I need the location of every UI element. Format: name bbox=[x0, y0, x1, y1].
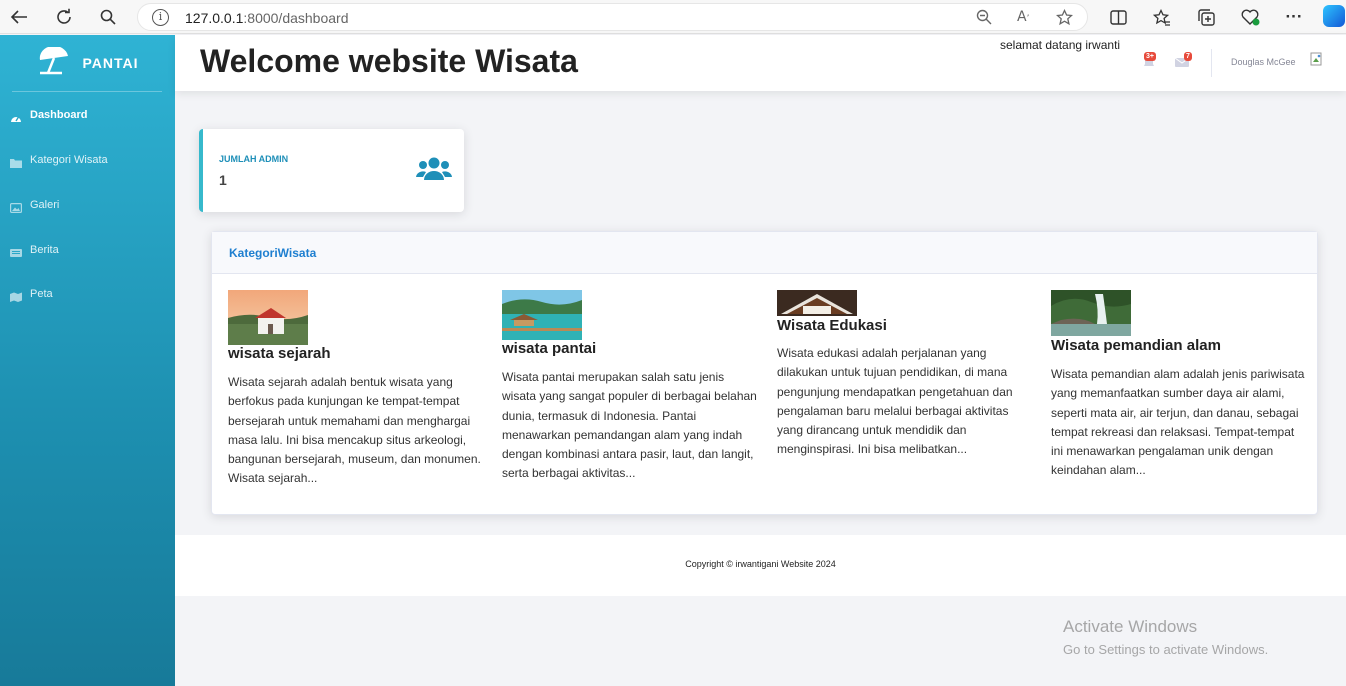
site-info-icon[interactable]: i bbox=[152, 9, 169, 26]
zoom-icon[interactable] bbox=[976, 9, 992, 29]
sidebar-divider bbox=[12, 91, 162, 92]
browser-toolbar: i 127.0.0.1:8000/dashboard Aʼ ··· bbox=[0, 0, 1346, 34]
sidebar-item-dashboard[interactable]: Dashboard bbox=[0, 93, 175, 137]
kategori-image[interactable] bbox=[777, 290, 857, 316]
favorite-star-icon[interactable] bbox=[1055, 8, 1074, 30]
alerts-badge: 3+ bbox=[1144, 52, 1156, 61]
sidebar: PANTAI Dashboard Kategori Wisata Galeri … bbox=[0, 35, 175, 686]
collections-icon[interactable] bbox=[1195, 6, 1217, 28]
search-icon[interactable] bbox=[97, 6, 119, 28]
kategori-image[interactable] bbox=[502, 290, 582, 340]
address-bar[interactable]: i 127.0.0.1:8000/dashboard Aʼ bbox=[137, 3, 1088, 31]
kategori-card[interactable]: wisata pantai Wisata pantai merupakan sa… bbox=[502, 290, 757, 490]
avatar[interactable] bbox=[1310, 52, 1324, 66]
browser-essentials-icon[interactable] bbox=[1239, 6, 1261, 28]
topbar: Welcome website Wisata selamat datang ir… bbox=[175, 35, 1346, 91]
sidebar-item-label: Kategori Wisata bbox=[30, 154, 108, 166]
sidebar-item-peta[interactable]: Peta bbox=[0, 272, 175, 316]
sidebar-item-label: Galeri bbox=[30, 199, 60, 211]
sidebar-item-galeri[interactable]: Galeri bbox=[0, 183, 175, 227]
kategori-name[interactable]: wisata sejarah bbox=[228, 345, 331, 362]
more-menu-icon[interactable]: ··· bbox=[1283, 6, 1305, 28]
kategori-image[interactable] bbox=[228, 290, 308, 345]
beach-umbrella-icon bbox=[36, 45, 72, 80]
activate-windows-title: Activate Windows bbox=[1063, 617, 1198, 636]
stat-label: JUMLAH ADMIN bbox=[219, 154, 289, 164]
url-text[interactable]: 127.0.0.1:8000/dashboard bbox=[185, 10, 348, 26]
folder-icon bbox=[10, 155, 22, 168]
panel-header: KategoriWisata bbox=[212, 232, 1317, 274]
kategori-desc: Wisata sejarah adalah bentuk wisata yang… bbox=[228, 375, 481, 486]
images-icon bbox=[10, 200, 23, 214]
kategori-card[interactable]: wisata sejarah Wisata sejarah adalah ben… bbox=[228, 290, 483, 490]
refresh-icon[interactable] bbox=[53, 6, 75, 28]
footer: Copyright © irwantigani Website 2024 bbox=[175, 535, 1346, 596]
sidebar-item-berita[interactable]: Berita bbox=[0, 228, 175, 272]
sidebar-item-label: Peta bbox=[30, 288, 53, 300]
newspaper-icon bbox=[10, 245, 22, 257]
favorites-icon[interactable] bbox=[1151, 6, 1173, 28]
read-aloud-icon[interactable]: Aʼ bbox=[1017, 9, 1029, 25]
messages-badge: 7 bbox=[1184, 52, 1192, 61]
copyright-text: Copyright © irwantigani Website 2024 bbox=[685, 559, 836, 569]
kategori-wisata-panel: KategoriWisata wisata sejarah Wisata sej… bbox=[211, 231, 1318, 515]
kategori-desc: Wisata pantai merupakan salah satu jenis… bbox=[502, 370, 757, 481]
welcome-text: selamat datang irwanti bbox=[1000, 38, 1121, 52]
panel-title: KategoriWisata bbox=[229, 246, 317, 260]
stat-value: 1 bbox=[219, 172, 227, 188]
kategori-name[interactable]: Wisata pemandian alam bbox=[1051, 337, 1221, 354]
brand-name: PANTAI bbox=[82, 55, 139, 71]
kategori-desc: Wisata pemandian alam adalah jenis pariw… bbox=[1051, 367, 1305, 478]
tachometer-icon bbox=[10, 110, 22, 122]
page-title: Welcome website Wisata bbox=[200, 43, 578, 79]
kategori-image[interactable] bbox=[1051, 290, 1131, 336]
sidebar-item-label: Dashboard bbox=[30, 109, 88, 121]
sidebar-item-label: Berita bbox=[30, 244, 59, 256]
back-arrow-icon[interactable] bbox=[8, 6, 30, 28]
users-icon bbox=[416, 155, 452, 185]
kategori-card[interactable]: Wisata pemandian alam Wisata pemandian a… bbox=[1051, 290, 1306, 490]
admin-count-card: JUMLAH ADMIN 1 bbox=[199, 129, 464, 212]
topbar-divider bbox=[1211, 49, 1212, 77]
kategori-card[interactable]: Wisata Edukasi Wisata edukasi adalah per… bbox=[777, 290, 1032, 490]
sidebar-item-kategori-wisata[interactable]: Kategori Wisata bbox=[0, 138, 175, 182]
activate-windows-subtitle: Go to Settings to activate Windows. bbox=[1063, 642, 1269, 657]
kategori-name[interactable]: Wisata Edukasi bbox=[777, 317, 887, 334]
user-name[interactable]: Douglas McGee bbox=[1231, 57, 1296, 67]
kategori-name[interactable]: wisata pantai bbox=[502, 340, 596, 357]
kategori-desc: Wisata edukasi adalah perjalanan yang di… bbox=[777, 346, 1013, 457]
split-screen-icon[interactable] bbox=[1107, 6, 1129, 28]
copilot-icon[interactable] bbox=[1323, 5, 1345, 27]
map-icon bbox=[10, 289, 22, 302]
brand[interactable]: PANTAI bbox=[0, 35, 175, 91]
